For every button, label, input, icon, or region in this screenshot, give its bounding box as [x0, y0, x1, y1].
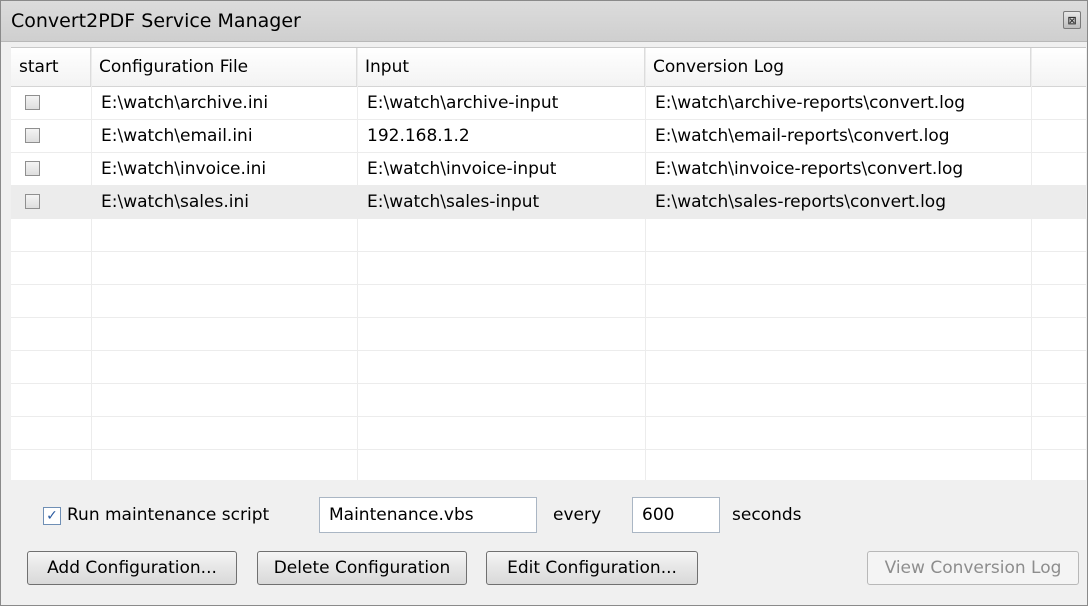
config-file-cell: E:\watch\sales.ini — [101, 192, 249, 212]
column-divider — [91, 48, 92, 480]
maintenance-script-input[interactable]: Maintenance.vbs — [319, 497, 537, 533]
close-icon[interactable]: ⊠ — [1063, 11, 1081, 29]
conversion-log-cell: E:\watch\invoice-reports\convert.log — [655, 159, 964, 179]
column-header-conversion-log[interactable]: Conversion Log — [645, 48, 1031, 86]
interval-seconds-input[interactable]: 600 — [632, 497, 720, 533]
view-conversion-log-button[interactable]: View Conversion Log — [867, 551, 1079, 585]
seconds-label: seconds — [732, 505, 802, 525]
start-checkbox[interactable] — [25, 194, 40, 209]
list-header: start Configuration File Input Conversio… — [11, 48, 1086, 87]
input-cell: E:\watch\sales-input — [367, 192, 540, 212]
delete-configuration-button[interactable]: Delete Configuration — [257, 551, 467, 585]
input-cell: E:\watch\archive-input — [367, 93, 559, 113]
run-maintenance-checkbox[interactable]: ✓ — [43, 507, 61, 525]
config-file-cell: E:\watch\invoice.ini — [101, 159, 267, 179]
conversion-log-cell: E:\watch\email-reports\convert.log — [655, 126, 950, 146]
every-label: every — [553, 505, 602, 525]
start-checkbox[interactable] — [25, 161, 40, 176]
start-checkbox[interactable] — [25, 128, 40, 143]
empty-row — [11, 252, 1086, 285]
empty-row — [11, 417, 1086, 450]
conversion-log-cell: E:\watch\sales-reports\convert.log — [655, 192, 947, 212]
empty-row — [11, 450, 1086, 480]
empty-row — [11, 351, 1086, 384]
add-configuration-button[interactable]: Add Configuration... — [27, 551, 237, 585]
empty-row — [11, 219, 1086, 252]
input-cell: 192.168.1.2 — [367, 126, 470, 146]
column-header-filler — [1031, 48, 1086, 86]
column-divider — [1031, 48, 1032, 480]
run-maintenance-label[interactable]: Run maintenance script — [67, 505, 269, 525]
window-title: Convert2PDF Service Manager — [11, 10, 301, 32]
config-file-cell: E:\watch\email.ini — [101, 126, 253, 146]
column-divider — [357, 48, 358, 480]
table-row[interactable]: E:\watch\invoice.ini E:\watch\invoice-in… — [11, 153, 1086, 186]
service-manager-window: Convert2PDF Service Manager ⊠ start Conf… — [0, 0, 1088, 606]
start-checkbox[interactable] — [25, 95, 40, 110]
empty-row — [11, 318, 1086, 351]
table-row-selected[interactable]: E:\watch\sales.ini E:\watch\sales-input … — [11, 186, 1086, 219]
empty-row — [11, 285, 1086, 318]
input-cell: E:\watch\invoice-input — [367, 159, 557, 179]
column-divider — [645, 48, 646, 480]
column-header-input[interactable]: Input — [357, 48, 645, 86]
conversion-log-cell: E:\watch\archive-reports\convert.log — [655, 93, 966, 113]
table-row[interactable]: E:\watch\email.ini 192.168.1.2 E:\watch\… — [11, 120, 1086, 153]
config-file-cell: E:\watch\archive.ini — [101, 93, 269, 113]
configuration-list[interactable]: start Configuration File Input Conversio… — [11, 47, 1086, 480]
column-header-configuration-file[interactable]: Configuration File — [91, 48, 357, 86]
edit-configuration-button[interactable]: Edit Configuration... — [486, 551, 698, 585]
column-header-start[interactable]: start — [11, 48, 91, 86]
title-bar: Convert2PDF Service Manager ⊠ — [1, 1, 1087, 42]
table-row[interactable]: E:\watch\archive.ini E:\watch\archive-in… — [11, 87, 1086, 120]
empty-row — [11, 384, 1086, 417]
